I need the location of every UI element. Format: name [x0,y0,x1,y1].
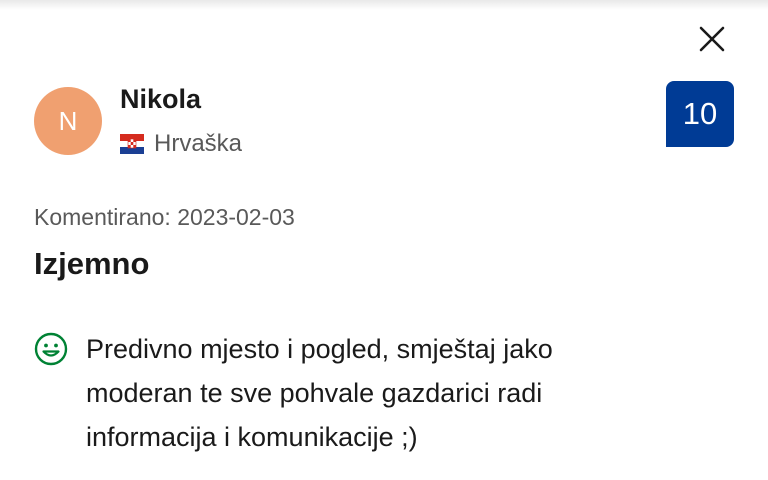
review-score: 10 [682,96,718,131]
avatar: N [34,87,102,155]
reviewer-name: Nikola [120,84,202,114]
review-score-badge: 10 [666,81,734,147]
avatar-initial: N [58,105,78,136]
smiley-positive-icon [34,332,68,366]
croatia-flag-icon [120,134,144,154]
country-name: Hrvaška [154,130,243,157]
reviewer-country: Hrvaška [120,129,242,159]
close-icon [699,26,725,52]
close-button[interactable] [692,19,732,59]
review-date: Komentirano: 2023-02-03 [34,204,295,230]
review-title: Izjemno [34,246,150,281]
top-edge-shadow [0,0,768,10]
review-positive-text: Predivno mjesto i pogled, smještaj jako … [86,334,553,452]
